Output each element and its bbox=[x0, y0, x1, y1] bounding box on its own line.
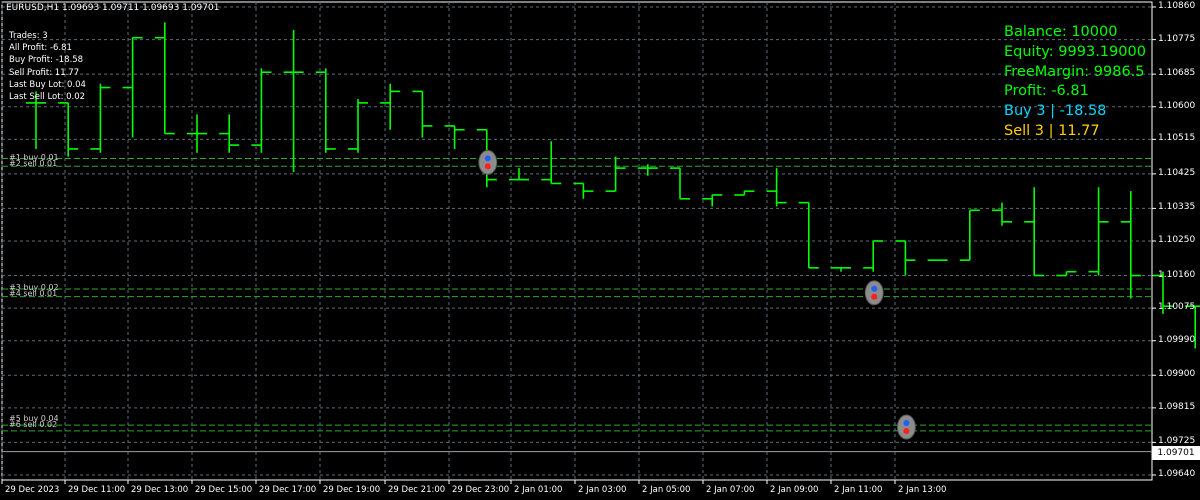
sell-arrow-icon bbox=[484, 163, 491, 170]
price-tick-label: 1.10075 bbox=[1158, 302, 1196, 313]
account-profit: Profit: -6.81 bbox=[1004, 83, 1089, 100]
price-tick-label: 1.09725 bbox=[1158, 436, 1196, 447]
price-tick-label: 1.10335 bbox=[1158, 202, 1196, 213]
trade-marker-icon bbox=[478, 149, 498, 175]
buy-arrow-icon bbox=[903, 420, 910, 427]
stat-all-profit: All Profit: -6.81 bbox=[9, 43, 72, 54]
price-tick-label: 1.10515 bbox=[1158, 133, 1196, 144]
price-tick-label: 1.10425 bbox=[1158, 167, 1196, 178]
time-tick-label: 29 Dec 2023 bbox=[5, 485, 60, 495]
sell-arrow-icon bbox=[871, 293, 878, 300]
time-tick-label: 2 Jan 11:00 bbox=[834, 485, 883, 495]
time-tick-label: 2 Jan 09:00 bbox=[770, 485, 819, 495]
account-buy-summary: Buy 3 | -18.58 bbox=[1004, 103, 1107, 120]
time-tick-label: 29 Dec 23:00 bbox=[452, 485, 510, 495]
time-tick-label: 29 Dec 19:00 bbox=[323, 485, 381, 495]
order-label-4-sell: #4 sell 0.01 bbox=[9, 289, 58, 298]
price-tick-label: 1.10250 bbox=[1158, 234, 1196, 245]
symbol-header: EURUSD,H1 1.09693 1.09711 1.09693 1.0970… bbox=[6, 3, 220, 13]
trade-marker-icon bbox=[864, 280, 884, 306]
buy-arrow-icon bbox=[871, 285, 878, 292]
price-tick-label: 1.10775 bbox=[1158, 33, 1196, 44]
time-tick-label: 29 Dec 11:00 bbox=[68, 485, 126, 495]
time-tick-label: 29 Dec 15:00 bbox=[195, 485, 253, 495]
account-panel: Balance: 10000 Equity: 9993.19000 FreeMa… bbox=[1004, 23, 1146, 142]
time-tick-label: 29 Dec 17:00 bbox=[259, 485, 317, 495]
price-tick-label: 1.10160 bbox=[1158, 269, 1196, 280]
time-tick-label: 2 Jan 13:00 bbox=[898, 485, 947, 495]
trade-stats-panel: Trades: 3 All Profit: -6.81 Buy Profit: … bbox=[9, 30, 86, 103]
time-tick-label: 2 Jan 01:00 bbox=[514, 485, 563, 495]
price-chart[interactable]: EURUSD,H1 1.09693 1.09711 1.09693 1.0970… bbox=[0, 0, 1200, 500]
stat-trades: Trades: 3 bbox=[9, 31, 48, 41]
account-equity: Equity: 9993.19000 bbox=[1004, 43, 1146, 60]
price-tick-label: 1.10860 bbox=[1158, 1, 1196, 11]
plot-border bbox=[1, 1, 1153, 481]
order-label-6-sell: #6 sell 0.02 bbox=[9, 420, 58, 429]
account-free-margin: FreeMargin: 9986.5 bbox=[1004, 63, 1145, 80]
price-tick-label: 1.09990 bbox=[1158, 334, 1196, 345]
price-tick-label: 1.09900 bbox=[1158, 369, 1196, 380]
stat-last-buy-lot: Last Buy Lot: 0.04 bbox=[9, 79, 86, 90]
time-tick-label: 2 Jan 03:00 bbox=[578, 485, 627, 495]
account-sell-summary: Sell 3 | 11.77 bbox=[1004, 122, 1100, 139]
buy-arrow-icon bbox=[484, 155, 491, 162]
sell-arrow-icon bbox=[903, 428, 910, 435]
time-tick-label: 2 Jan 05:00 bbox=[642, 485, 691, 495]
stat-sell-profit: Sell Profit: 11.77 bbox=[9, 67, 80, 78]
time-tick-label: 29 Dec 21:00 bbox=[388, 485, 446, 495]
time-tick-label: 2 Jan 07:00 bbox=[706, 485, 755, 495]
price-tick-label: 1.10600 bbox=[1158, 100, 1196, 111]
order-label-2-sell: #2 sell 0.01 bbox=[9, 159, 58, 168]
stat-last-sell-lot: Last Sell Lot: 0.02 bbox=[9, 91, 86, 102]
price-tick-label: 1.10685 bbox=[1158, 68, 1196, 79]
stat-buy-profit: Buy Profit: -18.58 bbox=[9, 55, 84, 66]
account-balance: Balance: 10000 bbox=[1004, 24, 1118, 40]
time-tick-label: 29 Dec 13:00 bbox=[131, 485, 189, 495]
trade-marker-icon bbox=[896, 414, 916, 440]
price-tick-label: 1.09640 bbox=[1158, 468, 1196, 479]
last-price-tag: 1.09701 bbox=[1152, 446, 1200, 460]
price-tick-label: 1.09815 bbox=[1158, 401, 1196, 412]
